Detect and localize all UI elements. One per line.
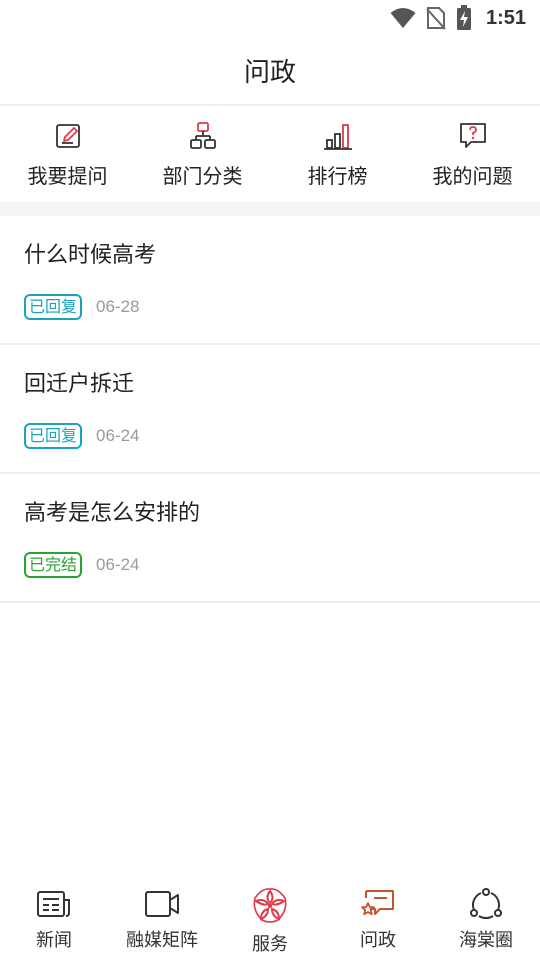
question-date: 06-24 bbox=[96, 555, 140, 574]
question-meta: 已回复 06-24 bbox=[24, 423, 540, 449]
bottom-tab-label: 海棠圈 bbox=[459, 930, 513, 951]
bottom-tab-label: 服务 bbox=[252, 934, 288, 955]
question-bubble-icon bbox=[459, 123, 486, 148]
chat-star-icon bbox=[361, 890, 394, 916]
bottom-tab-label: 新闻 bbox=[36, 930, 72, 951]
battery-charging-icon bbox=[456, 5, 471, 30]
quick-nav: 我要提问 部门分类 排行榜 我的问题 bbox=[0, 108, 540, 202]
status-time: 1:51 bbox=[485, 6, 526, 29]
status-bar: 1:51 bbox=[0, 0, 540, 36]
circle-share-icon bbox=[470, 888, 502, 919]
bottom-tab-news[interactable]: 新闻 bbox=[0, 880, 108, 960]
my-questions-button[interactable]: 我的问题 bbox=[405, 108, 540, 202]
quick-label: 部门分类 bbox=[162, 164, 243, 188]
bottom-tab-service[interactable]: 服务 bbox=[216, 880, 324, 960]
question-item[interactable]: 回迁户拆迁 已回复 06-24 bbox=[0, 345, 540, 474]
question-date: 06-24 bbox=[96, 426, 140, 445]
quick-label: 我要提问 bbox=[27, 164, 108, 188]
app-header: 问政 bbox=[0, 36, 540, 106]
bottom-tab-label: 问政 bbox=[360, 930, 396, 951]
org-chart-icon bbox=[189, 122, 216, 149]
quick-label: 我的问题 bbox=[432, 164, 513, 188]
bottom-nav: 新闻 融媒矩阵 服务 问政 海棠圈 bbox=[0, 880, 540, 960]
status-badge: 已回复 bbox=[24, 423, 83, 449]
edit-icon bbox=[55, 124, 80, 148]
status-badge: 已完结 bbox=[24, 552, 83, 578]
question-title: 回迁户拆迁 bbox=[24, 372, 135, 397]
wifi-icon bbox=[390, 8, 416, 28]
bottom-tab-haitang-circle[interactable]: 海棠圈 bbox=[432, 880, 540, 960]
question-meta: 已回复 06-28 bbox=[24, 294, 540, 320]
page-title: 问政 bbox=[243, 57, 296, 88]
question-date: 06-28 bbox=[96, 297, 140, 316]
question-meta: 已完结 06-24 bbox=[24, 552, 540, 578]
question-title: 什么时候高考 bbox=[24, 243, 157, 268]
bar-chart-icon bbox=[323, 124, 352, 150]
question-item[interactable]: 高考是怎么安排的 已完结 06-24 bbox=[0, 474, 540, 603]
department-category-button[interactable]: 部门分类 bbox=[135, 108, 270, 202]
no-sim-icon bbox=[426, 7, 446, 30]
newspaper-icon bbox=[37, 891, 70, 917]
question-item[interactable]: 什么时候高考 已回复 06-28 bbox=[0, 216, 540, 345]
status-badge: 已回复 bbox=[24, 294, 83, 320]
quick-label: 排行榜 bbox=[307, 164, 368, 188]
ask-question-button[interactable]: 我要提问 bbox=[0, 108, 135, 202]
bottom-tab-wenzheng[interactable]: 问政 bbox=[324, 880, 432, 960]
question-title: 高考是怎么安排的 bbox=[24, 501, 201, 526]
question-list: 什么时候高考 已回复 06-28 回迁户拆迁 已回复 06-24 高考是怎么安排… bbox=[0, 216, 540, 603]
bottom-tab-media-matrix[interactable]: 融媒矩阵 bbox=[108, 880, 216, 960]
section-divider bbox=[0, 202, 540, 216]
ranking-button[interactable]: 排行榜 bbox=[270, 108, 405, 202]
video-camera-icon bbox=[145, 891, 179, 917]
begonia-flower-icon bbox=[253, 888, 287, 923]
bottom-tab-label: 融媒矩阵 bbox=[126, 930, 198, 951]
